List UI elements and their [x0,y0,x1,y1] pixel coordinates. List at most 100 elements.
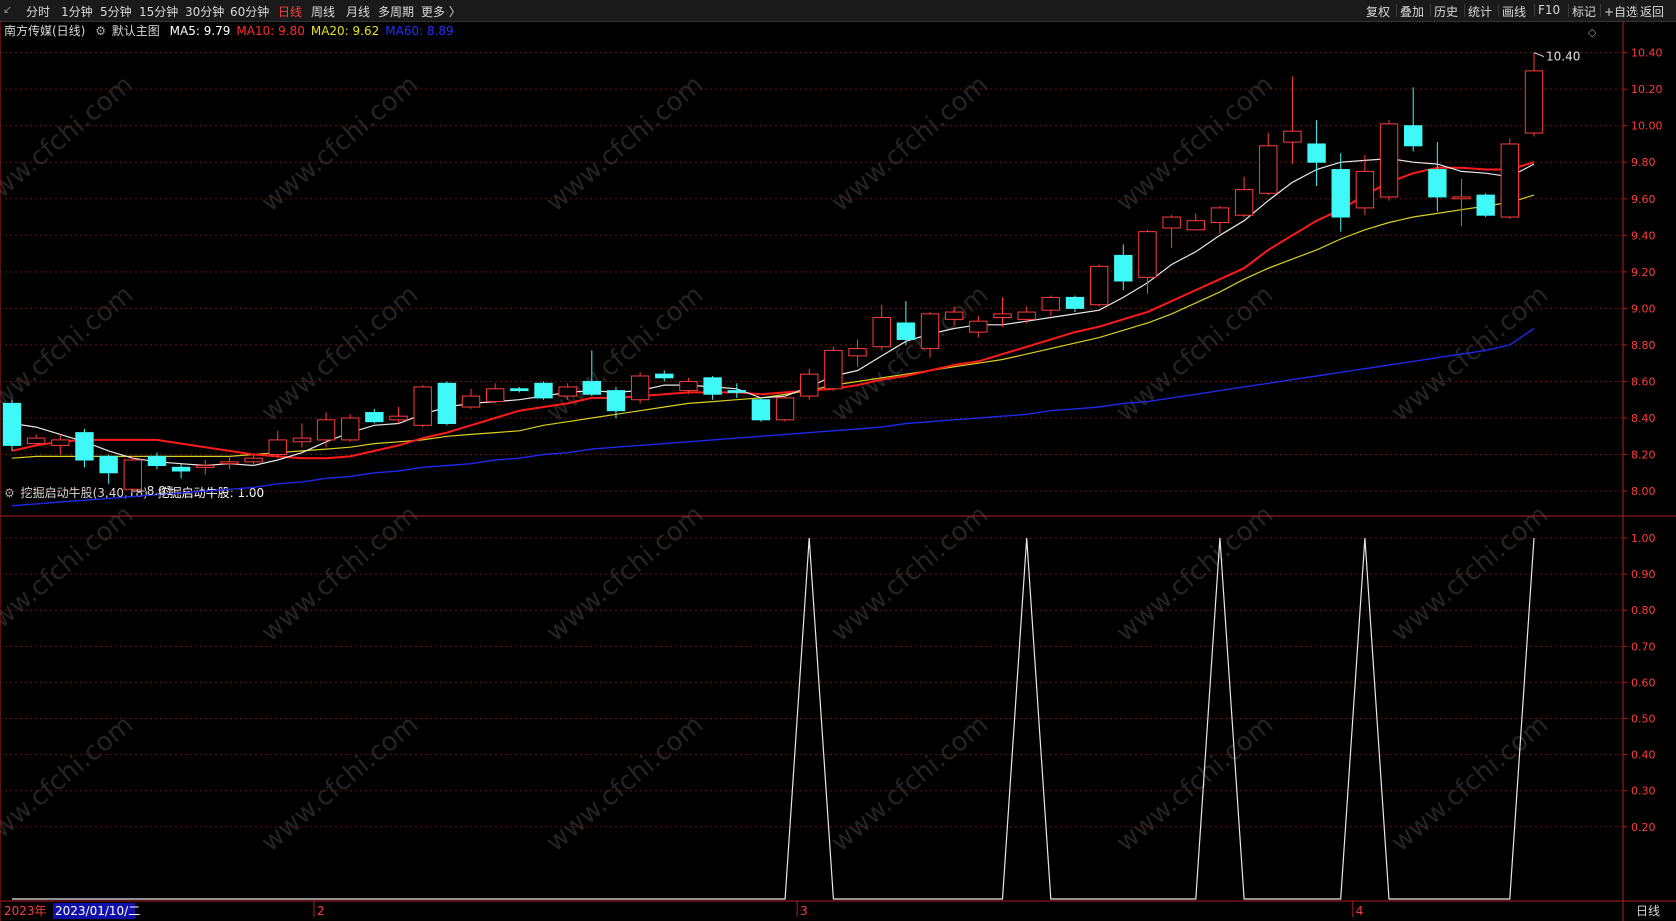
candle-body [413,386,432,426]
candle-body [99,455,118,474]
settings-icon[interactable]: ⚙ [95,24,106,38]
candle-body [1452,196,1471,200]
ma10-line [11,161,1535,460]
month-label: 4 [1356,904,1364,918]
toolbar-button[interactable]: 画线 [1502,3,1526,20]
indicator-tick-label: 1.00 [1631,532,1656,545]
y-tick-label: 8.80 [1631,339,1656,352]
period-tab[interactable]: 30分钟 [185,3,224,20]
period-tab[interactable]: 日线 [278,3,302,20]
toolbar-button[interactable]: 叠加 [1400,3,1424,20]
candle-body [244,457,263,463]
ma5-line [11,157,1535,467]
toolbar-separator [1600,4,1601,17]
candle-body [389,415,408,421]
period-tab[interactable]: 5分钟 [100,3,132,20]
indicator-tick-label: 0.40 [1631,749,1656,762]
ma-label: MA20: 9.62 [310,24,380,38]
toolbar-separator [1534,4,1535,17]
ma60-line [11,327,1535,507]
toolbar-button[interactable]: 返回 [1640,3,1664,20]
toolbar-button[interactable]: 统计 [1468,3,1492,20]
candle-body [437,382,457,424]
candle-body [220,461,239,465]
candle-body [1065,296,1085,309]
y-tick-label: 8.60 [1631,375,1656,388]
indicator-tick-label: 0.50 [1631,713,1656,726]
candle-body [703,377,722,395]
toolbar-menu-icon[interactable]: ↙ [3,3,17,17]
stock-title[interactable]: 南方传媒(日线) [4,24,85,38]
candle-body [1138,231,1157,278]
toolbar-button[interactable]: +自选 [1604,3,1638,20]
candle-body [1428,169,1447,198]
candle-body [679,380,698,392]
candle-body [1017,311,1036,320]
candle-body [1089,265,1109,306]
candle-body [630,375,650,401]
watermark-text: www.cfchi.com [1111,70,1280,218]
candle-body [1259,145,1278,194]
candle-body [896,322,916,340]
candle-body [1186,220,1205,231]
candle-body [1234,189,1254,216]
ma-legend: MA5: 9.79 MA10: 9.80 MA20: 9.62 MA60: 8.89 [170,24,460,38]
watermark-text: www.cfchi.com [1111,710,1280,858]
y-tick-label: 9.60 [1631,193,1656,206]
candle-body [1041,296,1061,311]
toolbar-button[interactable]: 复权 [1366,3,1390,20]
period-tab[interactable]: 多周期 [378,3,414,20]
watermark-text: www.cfchi.com [256,500,425,648]
y-tick-label: 9.40 [1631,229,1656,242]
candle-body [993,313,1012,319]
watermark-text: www.cfchi.com [541,280,710,428]
candle-body [1355,170,1375,209]
candle-body [606,390,626,412]
y-tick-label: 8.20 [1631,449,1656,462]
period-tab[interactable]: 月线 [346,3,370,20]
y-tick-label: 10.20 [1631,83,1663,96]
indicator-settings-icon[interactable]: ⚙ [4,486,15,500]
toolbar-button[interactable]: F10 [1538,3,1560,17]
candle-body [582,380,602,395]
candle-body [1404,125,1423,147]
toolbar-button[interactable]: 标记 [1572,3,1596,20]
template-label[interactable]: 默认主图 [112,24,160,38]
toolbar-button[interactable]: 历史 [1434,3,1458,20]
high-pointer [1533,52,1545,58]
toolbar-separator [1498,4,1499,17]
period-tab[interactable]: 更多 〉 [421,3,461,20]
date-label: 2023/01/10/二 [55,904,140,918]
period-tab[interactable]: 15分钟 [139,3,178,20]
candle-body [751,399,771,421]
candle-body [316,419,336,441]
indicator-tick-label: 0.90 [1631,568,1656,581]
y-tick-label: 10.40 [1631,47,1663,60]
watermark-text: www.cfchi.com [1111,280,1280,428]
period-tab[interactable]: 60分钟 [230,3,269,20]
watermark-text: www.cfchi.com [826,280,995,428]
period-tab[interactable]: 1分钟 [61,3,93,20]
candle-body [51,439,70,446]
candle-body [510,388,529,392]
stock-chart[interactable]: www.cfchi.com www.cfchi.com www.cfchi.com w… [0,0,1676,921]
candle-body [365,412,384,423]
ma-label: MA60: 8.89 [385,24,454,38]
ma-label: MA5: 9.79 [169,24,231,38]
indicator-value: 挖掘启动牛股: 1.00 [157,486,265,500]
candle-body [1500,143,1520,218]
month-label: 3 [800,904,808,918]
period-tab[interactable]: 分时 [26,3,50,20]
period-tab[interactable]: 周线 [311,3,335,20]
candle-body [341,417,360,441]
y-tick-label: 10.00 [1631,120,1663,133]
year-label: 2023年 [4,904,47,918]
indicator-tick-label: 0.20 [1631,821,1656,834]
candle-body [800,373,819,397]
y-tick-label: 9.20 [1631,266,1656,279]
toolbar-separator [1636,4,1637,17]
toolbar-separator [1430,4,1431,17]
indicator-tick-label: 0.70 [1631,640,1656,653]
indicator-title[interactable]: 挖掘启动牛股(3,40,18) [21,486,148,500]
month-label: 2 [317,904,325,918]
